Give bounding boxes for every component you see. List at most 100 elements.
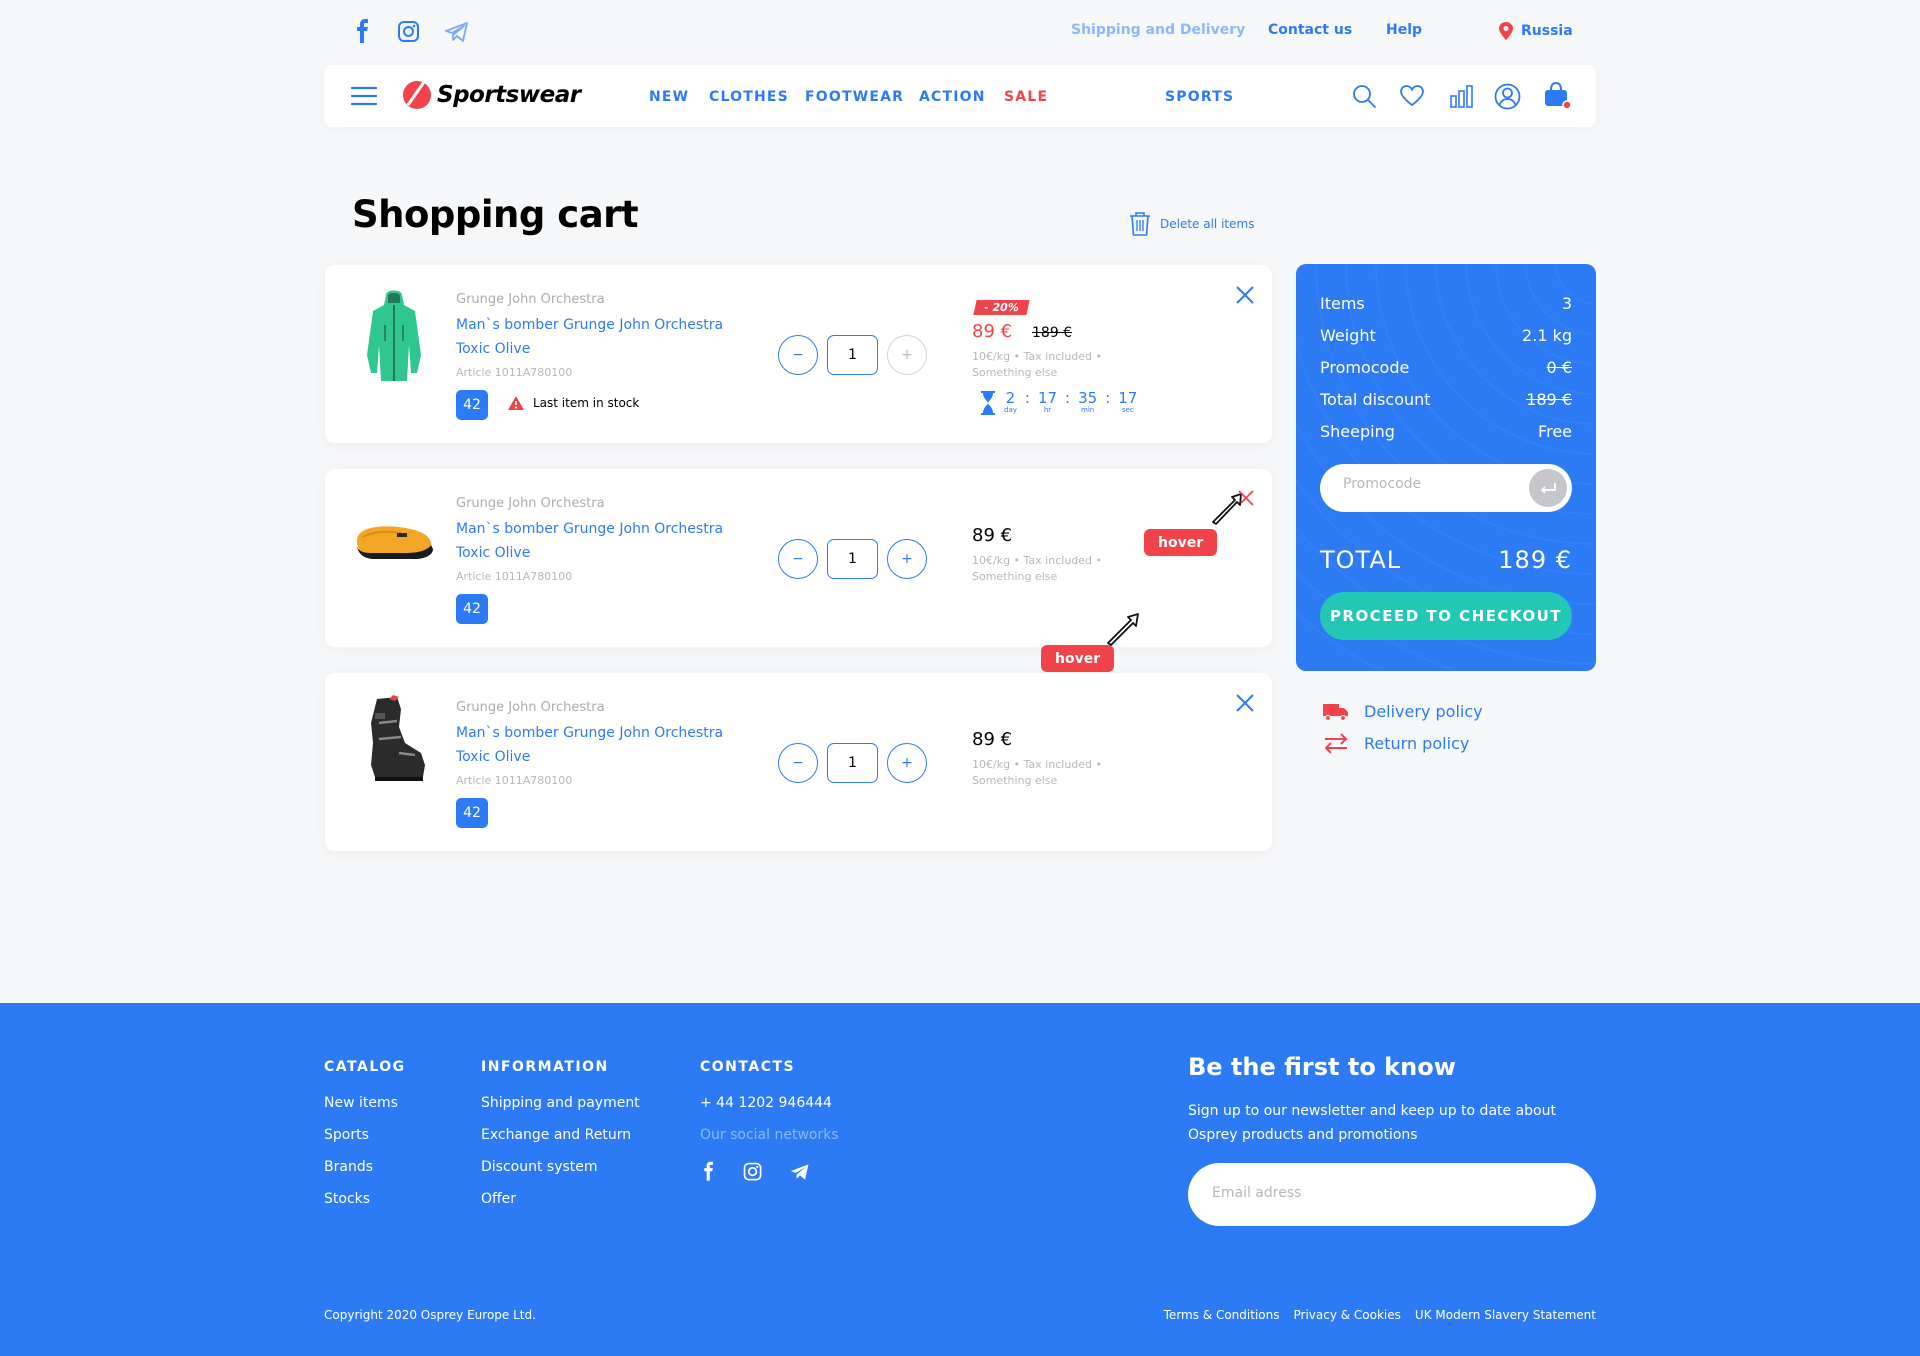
newsletter-text-line: Sign up to our newsletter and keep up to… <box>1188 1103 1556 1119</box>
promocode-input[interactable] <box>1343 476 1523 492</box>
product-name[interactable]: Man`s bomber Grunge John Orchestra Toxic… <box>456 313 746 361</box>
product-name-line[interactable]: Man`s bomber Grunge John Orchestra <box>456 313 746 337</box>
nav-sports[interactable]: SPORTS <box>1165 89 1234 105</box>
facebook-icon[interactable] <box>700 1161 718 1183</box>
timer-days: 2 day <box>1004 391 1017 415</box>
instagram-icon[interactable] <box>742 1161 764 1183</box>
footer-contacts: CONTACTS + 44 1202 946444 Our social net… <box>700 1059 839 1183</box>
footer-link-discount[interactable]: Discount system <box>481 1151 640 1183</box>
product-color[interactable]: Toxic Olive <box>456 745 746 769</box>
checkout-button[interactable]: PROCEED TO CHECKOUT <box>1320 592 1572 640</box>
timer-unit: day <box>1004 406 1017 414</box>
timer-value: 35 <box>1078 389 1098 407</box>
nav-new[interactable]: NEW <box>649 89 689 105</box>
menu-button[interactable] <box>351 85 377 107</box>
quantity-value[interactable]: 1 <box>827 335 878 375</box>
quantity-value[interactable]: 1 <box>827 539 878 579</box>
warning-icon <box>507 395 525 411</box>
search-icon[interactable] <box>1351 83 1377 109</box>
summary-label: Items <box>1320 294 1365 313</box>
privacy-link[interactable]: Privacy & Cookies <box>1293 1308 1400 1322</box>
increase-button[interactable]: + <box>887 335 927 375</box>
summary-value: 3 <box>1561 294 1572 313</box>
stats-icon[interactable] <box>1448 83 1474 109</box>
instagram-icon[interactable] <box>396 18 422 46</box>
footer-link-stocks[interactable]: Stocks <box>324 1183 406 1215</box>
timer-minutes: 35 min <box>1078 389 1098 415</box>
footer-information: INFORMATION Shipping and payment Exchang… <box>481 1059 640 1215</box>
return-policy-link[interactable]: Return policy <box>1322 732 1469 754</box>
timer-value: 17 <box>1037 389 1058 407</box>
footer-link-exchange[interactable]: Exchange and Return <box>481 1119 640 1151</box>
product-name-line[interactable]: Man`s bomber Grunge John Orchestra <box>456 721 746 745</box>
product-name[interactable]: Man`s bomber Grunge John Orchestra Toxic… <box>456 721 746 769</box>
product-brand: Grunge John Orchestra <box>456 292 605 307</box>
heart-icon[interactable] <box>1399 83 1425 109</box>
order-total: TOTAL 189 € <box>1320 546 1572 574</box>
product-name[interactable]: Man`s bomber Grunge John Orchestra Toxic… <box>456 517 746 565</box>
product-image-slipper[interactable] <box>349 489 439 589</box>
delivery-policy-link[interactable]: Delivery policy <box>1322 700 1483 722</box>
nav-footwear[interactable]: FOOTWEAR <box>805 89 904 105</box>
stock-warning: Last item in stock <box>507 395 639 411</box>
price-info-line: Something else <box>972 570 1058 583</box>
product-color[interactable]: Toxic Olive <box>456 541 746 565</box>
footer-link-brands[interactable]: Brands <box>324 1151 406 1183</box>
telegram-icon[interactable] <box>444 18 470 46</box>
email-input[interactable] <box>1212 1185 1572 1201</box>
total-value: 189 € <box>1498 546 1572 574</box>
increase-button[interactable]: + <box>887 539 927 579</box>
increase-button[interactable]: + <box>887 743 927 783</box>
nav-action[interactable]: ACTION <box>919 89 986 105</box>
facebook-icon[interactable] <box>352 18 374 46</box>
bag-icon[interactable] <box>1542 81 1572 111</box>
summary-row-promocode: Promocode 0 € <box>1320 358 1572 377</box>
decrease-button[interactable]: − <box>778 539 818 579</box>
footer-heading: INFORMATION <box>481 1059 609 1075</box>
remove-item-button[interactable] <box>1233 691 1257 715</box>
summary-label: Sheeping <box>1320 422 1395 441</box>
truck-icon <box>1322 700 1350 722</box>
remove-item-button[interactable] <box>1233 283 1257 307</box>
return-policy-label: Return policy <box>1364 733 1470 753</box>
decrease-button[interactable]: − <box>778 743 818 783</box>
product-image-jacket[interactable] <box>349 285 439 385</box>
slavery-statement-link[interactable]: UK Modern Slavery Statement <box>1415 1308 1596 1322</box>
timer-unit: min <box>1081 406 1095 414</box>
contact-us-link[interactable]: Contact us <box>1268 22 1352 38</box>
footer-link-new-items[interactable]: New items <box>324 1087 406 1119</box>
footer-phone[interactable]: + 44 1202 946444 <box>700 1087 839 1119</box>
price-info: 10€/kg • Tax included • Something else <box>972 757 1102 789</box>
user-icon[interactable] <box>1494 83 1521 110</box>
logo-text: Sportswear <box>437 82 581 108</box>
telegram-icon[interactable] <box>788 1161 812 1183</box>
timer-unit: sec <box>1121 406 1134 414</box>
footer-link-offer[interactable]: Offer <box>481 1183 640 1215</box>
site-footer: CATALOG New items Sports Brands Stocks I… <box>0 1003 1920 1356</box>
total-label: TOTAL <box>1320 546 1402 574</box>
footer-link-sports[interactable]: Sports <box>324 1119 406 1151</box>
footer-link-shipping[interactable]: Shipping and payment <box>481 1087 640 1119</box>
nav-sale[interactable]: SALE <box>1004 89 1048 105</box>
decrease-button[interactable]: − <box>778 335 818 375</box>
timer-separator: : <box>1105 389 1111 407</box>
newsletter-email-field <box>1188 1163 1596 1226</box>
shipping-delivery-link[interactable]: Shipping and Delivery <box>1071 22 1245 38</box>
product-image-boot[interactable] <box>349 693 439 793</box>
footer-social-label: Our social networks <box>700 1127 839 1143</box>
quantity-value[interactable]: 1 <box>827 743 878 783</box>
nav-clothes[interactable]: CLOTHES <box>709 89 789 105</box>
help-link[interactable]: Help <box>1386 22 1422 38</box>
product-name-line[interactable]: Man`s bomber Grunge John Orchestra <box>456 517 746 541</box>
apply-promocode-button[interactable] <box>1529 469 1567 507</box>
terms-link[interactable]: Terms & Conditions <box>1164 1308 1280 1322</box>
summary-label: Weight <box>1320 326 1376 345</box>
region-selector[interactable]: Russia <box>1498 21 1573 41</box>
promocode-field <box>1320 464 1572 512</box>
countdown-timer: 2 day : 17 hr : 35 min : 17 sec <box>980 391 1137 415</box>
remove-item-button[interactable] <box>1233 487 1257 511</box>
delete-all-button[interactable]: Delete all items <box>1128 211 1254 237</box>
logo[interactable]: Sportswear <box>402 79 581 111</box>
product-color[interactable]: Toxic Olive <box>456 337 746 361</box>
product-brand: Grunge John Orchestra <box>456 700 605 715</box>
